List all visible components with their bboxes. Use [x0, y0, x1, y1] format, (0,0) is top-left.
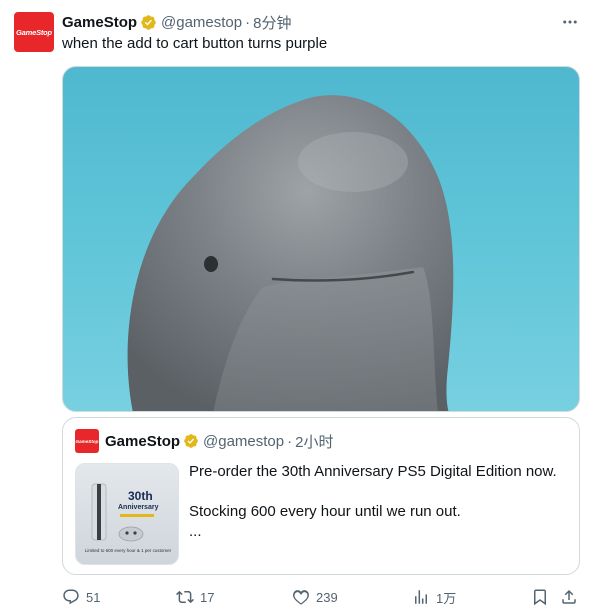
heart-icon: [293, 590, 309, 605]
bookmark-icon: [534, 589, 546, 606]
action-bar: 51 17 239 1万: [62, 586, 582, 608]
tweet: GameStop GameStop @gamestop · 8分钟 when t…: [0, 0, 589, 610]
views-count: 1万: [436, 590, 457, 606]
beluga-photo: [127, 95, 454, 411]
more-dots-icon: [563, 20, 577, 24]
share-button[interactable]: [560, 586, 584, 608]
like-button[interactable]: 239: [292, 586, 338, 608]
tweet-text: when the add to cart button turns purple: [62, 35, 328, 52]
reply-count: 51: [86, 589, 101, 605]
quote-text-line1: Pre-order the 30th Anniversary PS5 Digit…: [189, 463, 557, 480]
share-icon: [562, 589, 576, 604]
thumb-badge-anniversary: Anniversary: [118, 504, 159, 511]
quote-text-line3: ...: [189, 523, 202, 540]
quote-avatar-logo-text: GameStop: [75, 438, 99, 444]
thumb-badge-30th: 30th: [128, 489, 153, 503]
timestamp[interactable]: 8分钟: [253, 12, 291, 33]
quoted-tweet[interactable]: GameStop GameStop @gamestop · 2小时 30th A…: [62, 417, 580, 575]
quote-text: Pre-order the 30th Anniversary PS5 Digit…: [189, 462, 569, 542]
author-name[interactable]: GameStop: [62, 14, 137, 31]
author-handle[interactable]: @gamestop: [161, 14, 242, 31]
retweet-count: 17: [200, 589, 215, 605]
quote-text-line2: Stocking 600 every hour until we run out…: [189, 503, 461, 520]
quote-avatar: GameStop: [75, 429, 99, 453]
quote-timestamp: 2小时: [295, 433, 334, 451]
verified-badge-icon: [184, 434, 198, 448]
more-options-button[interactable]: [560, 12, 580, 32]
quote-author-name: GameStop: [105, 432, 181, 450]
tweet-header: GameStop @gamestop · 8分钟: [62, 11, 291, 33]
avatar-logo-text: GameStop: [16, 27, 52, 37]
separator-dot: ·: [245, 13, 251, 31]
verified-badge-icon: [141, 14, 156, 30]
reply-button[interactable]: 51: [62, 586, 100, 608]
tweet-media-image[interactable]: [62, 66, 580, 412]
reply-icon: [63, 589, 79, 605]
quote-header: GameStop @gamestop · 2小时: [105, 431, 333, 451]
quote-separator-dot: ·: [287, 432, 293, 450]
bookmark-button[interactable]: [531, 586, 555, 608]
quote-thumbnail-image[interactable]: 30th Anniversary Limited to 600 every ho…: [75, 463, 179, 565]
retweet-icon: [176, 590, 194, 604]
retweet-button[interactable]: 17: [176, 586, 214, 608]
views-button[interactable]: 1万: [412, 586, 456, 608]
thumb-caption: Limited to 600 every hour & 1 per custom…: [84, 548, 172, 553]
views-chart-icon: [415, 590, 427, 604]
avatar[interactable]: GameStop: [14, 12, 54, 52]
quote-author-handle: @gamestop: [203, 432, 285, 450]
like-count: 239: [316, 589, 338, 605]
